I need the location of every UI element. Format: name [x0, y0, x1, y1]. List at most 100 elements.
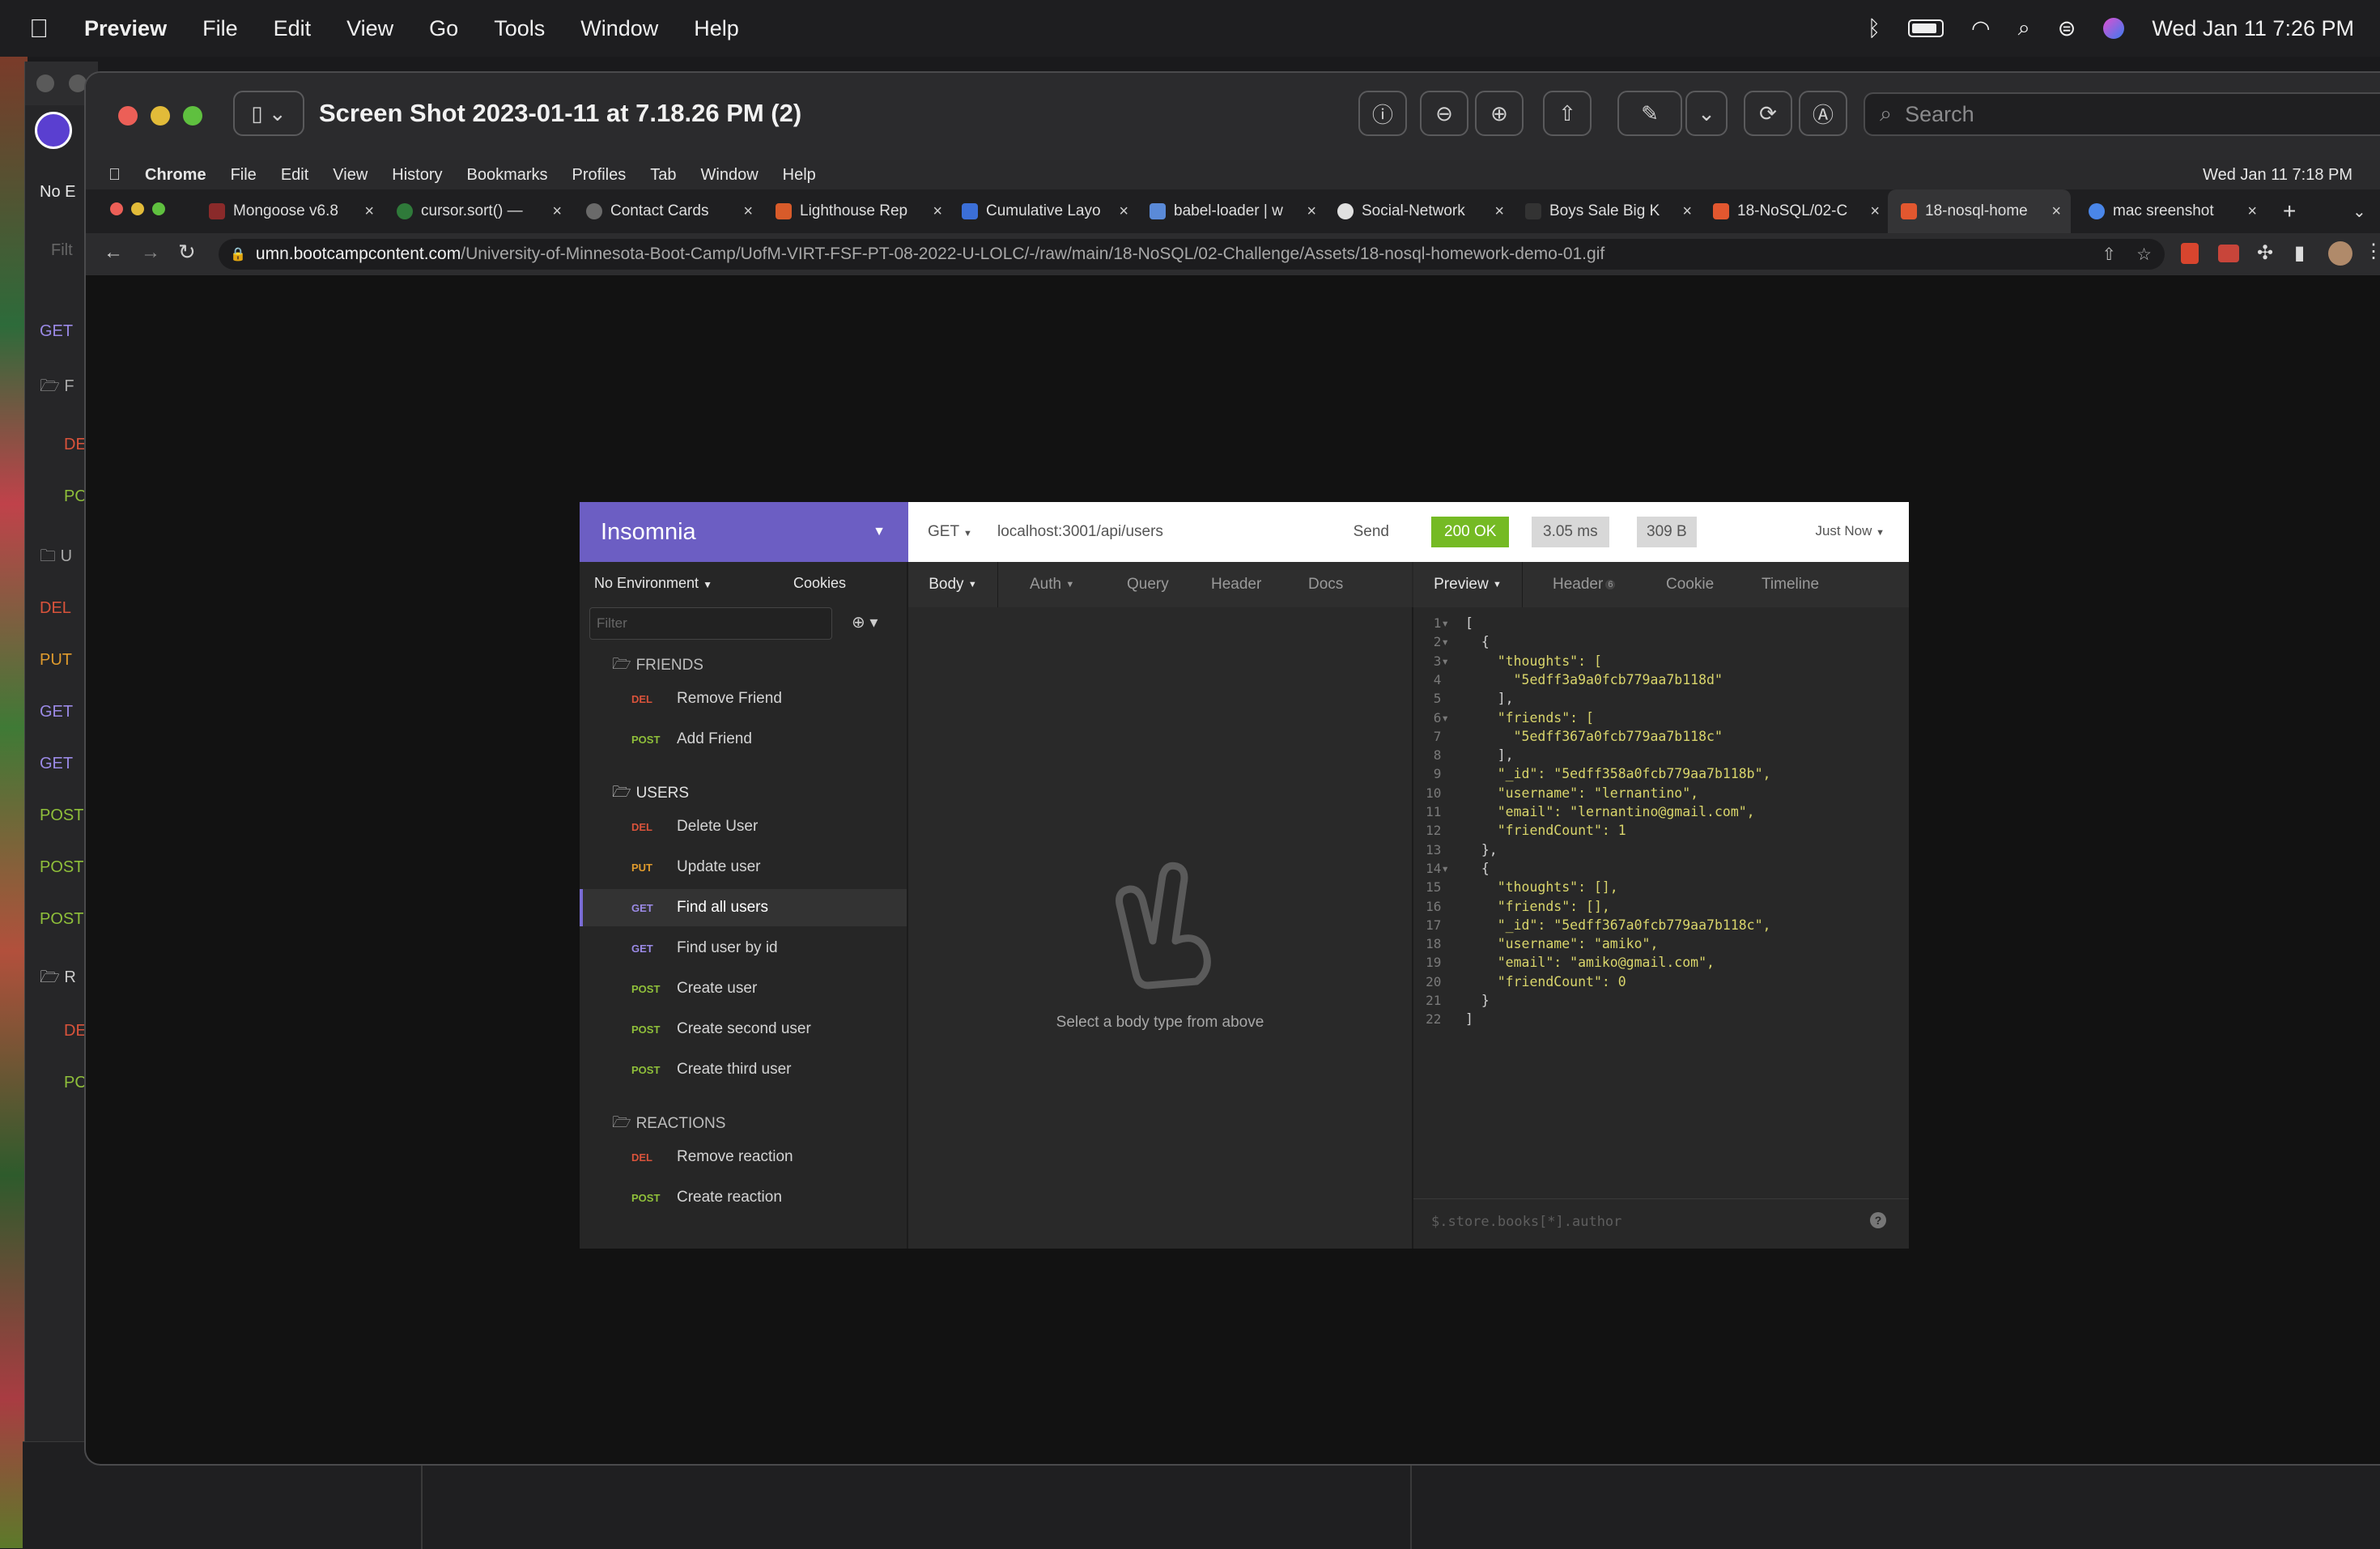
share-button[interactable]: ⇧ — [1543, 91, 1592, 136]
response-time-badge: 3.05 ms — [1532, 517, 1609, 547]
chrome-menu-app: Chrome — [133, 165, 206, 184]
json-line: }, — [1465, 841, 1498, 857]
menu-help[interactable]: Help — [694, 16, 739, 41]
browser-tab: Social-Network × — [1337, 194, 1504, 228]
extensions-puzzle-icon: ✣ — [2257, 242, 2274, 264]
json-line: "email": "amiko@gmail.com", — [1465, 955, 1715, 971]
bg-method: DEL — [40, 599, 71, 617]
reload-icon: ↻ — [178, 240, 196, 264]
zoom-in-button[interactable]: ⊕ — [1475, 91, 1524, 136]
menu-go[interactable]: Go — [429, 16, 458, 41]
json-line: [ — [1465, 615, 1473, 631]
tab-favicon-icon — [209, 203, 225, 219]
line-number: 21 — [1426, 993, 1449, 1008]
close-tab-icon: × — [2051, 202, 2061, 220]
gitlab-icon — [1713, 203, 1729, 219]
insomnia-workspace-header: Insomnia ▼ — [580, 502, 908, 562]
control-center-icon[interactable]: ⊜ — [2058, 16, 2076, 41]
siri-icon[interactable] — [2103, 18, 2125, 39]
line-number: 10 — [1426, 785, 1449, 801]
request-item: POST Create user — [631, 980, 758, 997]
minimize-icon[interactable] — [151, 106, 170, 126]
markup-button[interactable]: ✎ — [1617, 91, 1682, 136]
line-number: 2▾ — [1433, 634, 1449, 650]
rotate-button[interactable]: ⟳ — [1744, 91, 1792, 136]
annotate-button[interactable]: Ⓐ — [1799, 91, 1847, 136]
gitlab-icon — [1901, 203, 1917, 219]
tab-auth: Auth ▼ — [1030, 576, 1075, 593]
close-tab-icon: × — [743, 202, 753, 220]
tab-search-icon: ⌄ — [2352, 202, 2366, 221]
line-number: 17 — [1426, 917, 1449, 933]
tab-cookie: Cookie — [1666, 576, 1715, 593]
markup-dropdown-button[interactable]: ⌄ — [1685, 91, 1728, 136]
request-item: POST Add Friend — [631, 730, 752, 747]
json-line: "friendCount": 0 — [1465, 973, 1626, 989]
response-filter-input: $.store.books[*].author — [1431, 1214, 1622, 1230]
browser-tab: Boys Sale Big K × — [1525, 194, 1692, 228]
menu-tools[interactable]: Tools — [494, 16, 545, 41]
sidebar-toggle-button[interactable]: ▯ ⌄ — [233, 91, 304, 136]
menu-edit[interactable]: Edit — [274, 16, 312, 41]
menu-window[interactable]: Window — [580, 16, 658, 41]
bg-folder: 🗁 F — [40, 377, 74, 395]
menu-app-name[interactable]: Preview — [84, 16, 167, 41]
battery-icon[interactable] — [1908, 19, 1944, 37]
wifi-icon[interactable]: ◠ — [1971, 16, 1991, 41]
browser-tab: Contact Cards × — [586, 194, 753, 228]
line-number: 18 — [1426, 936, 1449, 952]
apple-icon:  — [108, 166, 121, 185]
tab-favicon-icon — [776, 203, 792, 219]
menu-file[interactable]: File — [202, 16, 238, 41]
response-size-badge: 309 B — [1637, 517, 1697, 547]
request-item: POST Create third user — [631, 1061, 792, 1078]
extension-icon — [2218, 245, 2239, 262]
zoom-icon[interactable] — [183, 106, 202, 126]
chrome-tabstrip: Mongoose v6.8 × cursor.sort() — × Contact… — [86, 189, 2380, 233]
json-line: "friends": [ — [1465, 709, 1594, 726]
json-line: "username": "lernantino", — [1465, 785, 1699, 801]
close-tab-icon: × — [1682, 202, 1692, 220]
bg-method: DE — [64, 1022, 87, 1040]
url-path: /University-of-Minnesota-Boot-Camp/UofM-… — [461, 245, 1605, 263]
menu-view[interactable]: View — [346, 16, 393, 41]
close-icon[interactable] — [36, 74, 54, 92]
json-line: ], — [1465, 747, 1514, 764]
apple-icon[interactable]:  — [29, 14, 49, 44]
zoom-out-button[interactable]: ⊖ — [1420, 91, 1468, 136]
peace-hand-icon — [1099, 860, 1221, 998]
zoom-in-icon: ⊕ — [1490, 100, 1508, 126]
tab-timeline: Timeline — [1762, 576, 1820, 593]
browser-tab-active: 18-nosql-home × — [1888, 189, 2071, 233]
spotlight-search-icon[interactable]: ⌕ — [2018, 15, 2030, 41]
share-icon: ⇧ — [1558, 100, 1576, 126]
json-line: "thoughts": [ — [1465, 653, 1602, 669]
header-count-badge: 6 — [1605, 580, 1616, 589]
profile-avatar — [2328, 241, 2352, 266]
chrome-menu-item: Profiles — [559, 165, 627, 184]
info-button[interactable]: ⓘ — [1358, 91, 1407, 136]
bluetooth-icon[interactable]: ᛒ — [1868, 16, 1881, 41]
empty-body-message: Select a body type from above — [1056, 1014, 1264, 1031]
browser-tab: cursor.sort() — × — [397, 194, 562, 228]
search-field[interactable]: ⌕ Search — [1864, 92, 2380, 136]
close-tab-icon: × — [552, 202, 562, 220]
line-number: 1▾ — [1433, 615, 1449, 631]
line-number: 7 — [1433, 728, 1449, 744]
browser-tab: mac sreenshot × — [2089, 194, 2257, 228]
json-line: "friends": [], — [1465, 898, 1610, 914]
tab-response-header: Header 6 — [1553, 562, 1616, 607]
zoom-out-icon: ⊖ — [1435, 100, 1453, 126]
help-icon: ? — [1870, 1212, 1886, 1228]
line-number: 5 — [1433, 691, 1449, 707]
close-tab-icon: × — [1307, 202, 1316, 220]
bg-label: No E — [40, 183, 76, 201]
address-bar: 🔒 umn.bootcampcontent.com/University-of-… — [219, 239, 2165, 270]
close-icon[interactable] — [118, 106, 138, 126]
close-tab-icon: × — [1119, 202, 1128, 220]
filter-input: Filter — [589, 607, 832, 640]
close-tab-icon: × — [933, 202, 942, 220]
add-icon: ⊕ ▾ — [852, 614, 878, 632]
back-icon: ← — [104, 241, 123, 263]
menubar-clock[interactable]: Wed Jan 11 7:26 PM — [2152, 16, 2354, 41]
